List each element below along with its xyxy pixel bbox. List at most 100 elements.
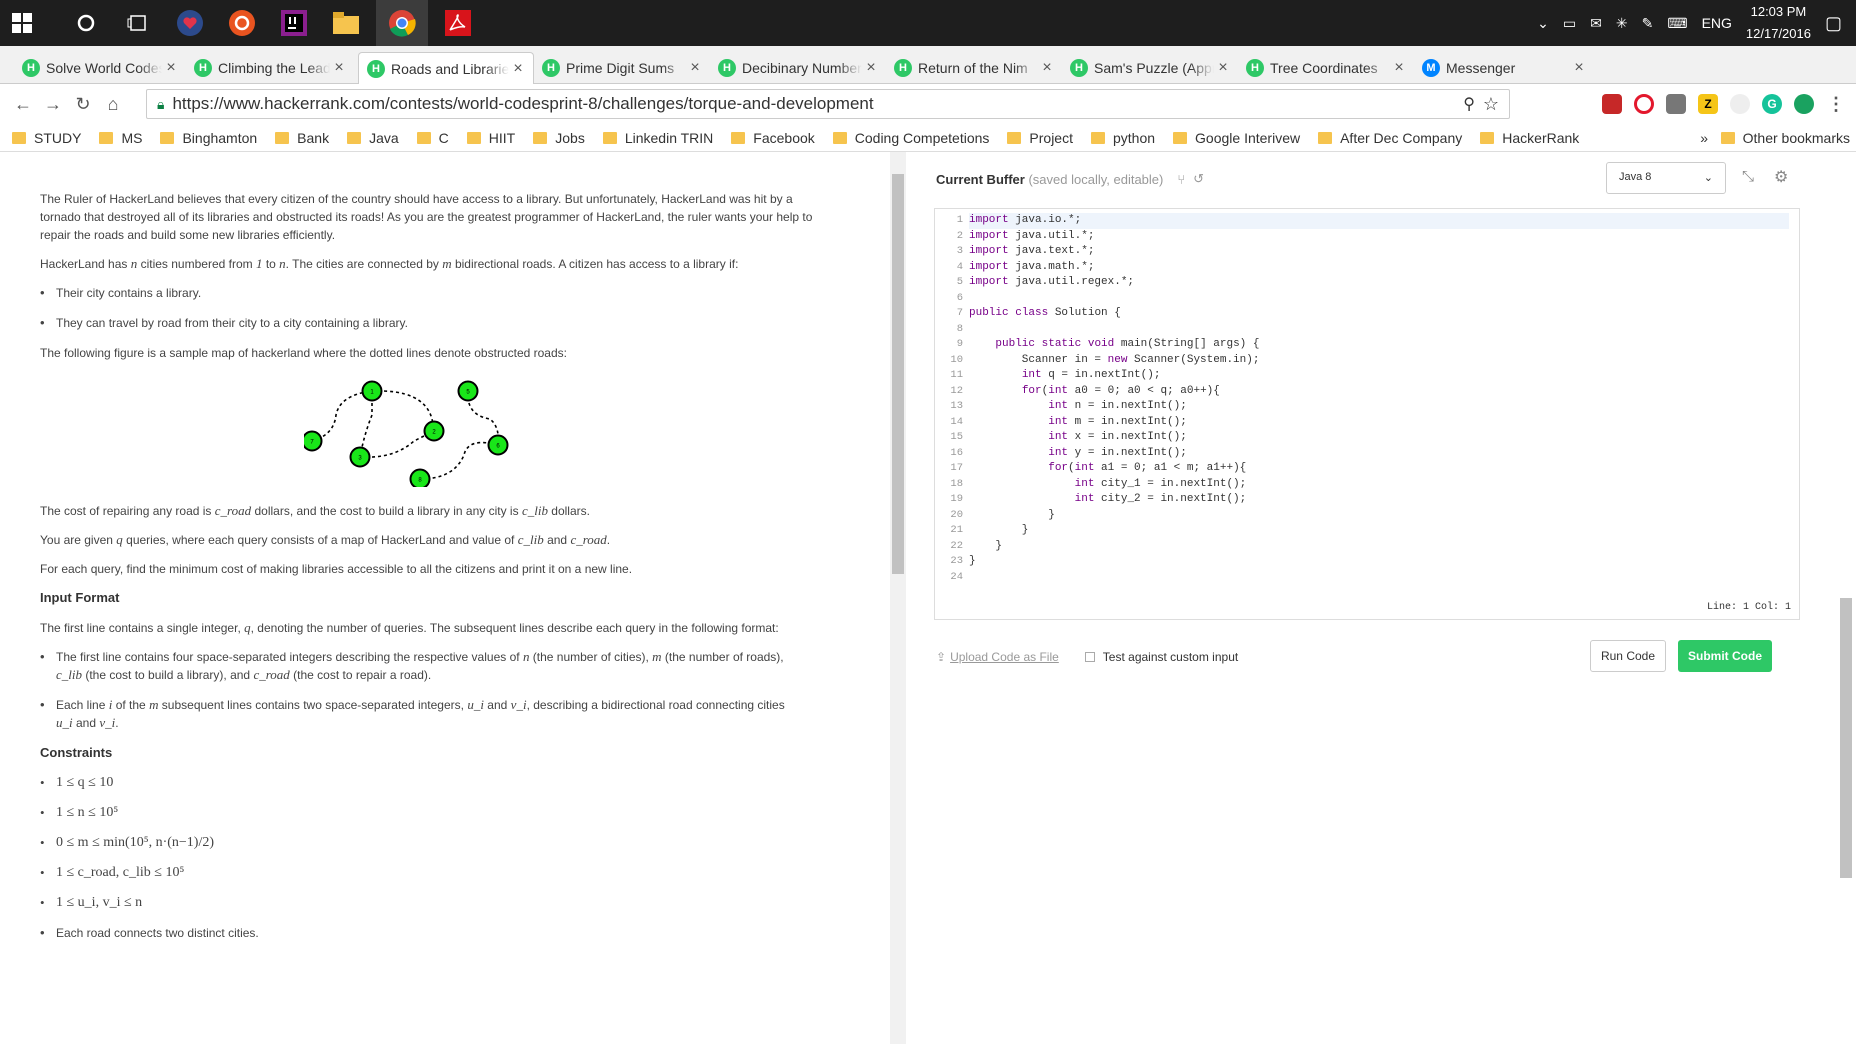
code-line[interactable]: } — [969, 523, 1789, 539]
code-line[interactable] — [969, 322, 1789, 338]
history-icon[interactable]: ↺ — [1193, 171, 1204, 187]
settings-gear-icon[interactable]: ⚙ — [1774, 167, 1788, 187]
extension-gray-icon[interactable] — [1666, 94, 1686, 114]
browser-tab[interactable]: M Messenger × — [1414, 52, 1594, 84]
close-tab-icon[interactable]: × — [1214, 59, 1232, 77]
close-tab-icon[interactable]: × — [1570, 59, 1588, 77]
opera-icon[interactable] — [1634, 94, 1654, 114]
extension-red-icon[interactable] — [1602, 94, 1622, 114]
code-line[interactable]: int m = in.nextInt(); — [969, 415, 1789, 431]
code-line[interactable]: import java.text.*; — [969, 244, 1789, 260]
run-code-button[interactable]: Run Code — [1590, 640, 1666, 672]
bookmark-item[interactable]: C — [416, 130, 449, 146]
custom-input-checkbox[interactable] — [1084, 652, 1095, 662]
code-line[interactable]: import java.util.regex.*; — [969, 275, 1789, 291]
upload-code-link[interactable]: Upload Code as File — [950, 650, 1059, 664]
omnibox[interactable]: 🔒︎ https://www.hackerrank.com/contests/w… — [146, 89, 1510, 119]
code-line[interactable]: int city_2 = in.nextInt(); — [969, 492, 1789, 508]
close-tab-icon[interactable]: × — [1038, 59, 1056, 77]
bookmark-item[interactable]: STUDY — [12, 130, 81, 146]
submit-code-button[interactable]: Submit Code — [1678, 640, 1772, 672]
browser-tab[interactable]: H Roads and Libraries × — [358, 52, 534, 84]
bookmark-star-icon[interactable]: ☆ — [1483, 94, 1499, 115]
bookmark-item[interactable]: Binghamton — [160, 130, 257, 146]
scrollbar-thumb[interactable] — [892, 174, 904, 574]
branch-icon[interactable]: ⑂ — [1177, 172, 1185, 187]
browser-tab[interactable]: H Prime Digit Sums × — [534, 52, 710, 84]
language-select[interactable]: Java 8 ⌄ — [1606, 162, 1726, 194]
code-line[interactable] — [969, 291, 1789, 307]
code-line[interactable]: for(int a0 = 0; a0 < q; a0++){ — [969, 384, 1789, 400]
other-bookmarks[interactable]: Other bookmarks — [1720, 124, 1850, 152]
search-icon[interactable]: ⚲ — [1463, 94, 1475, 114]
close-tab-icon[interactable]: × — [509, 60, 527, 78]
bookmark-item[interactable]: After Dec Company — [1318, 130, 1462, 146]
reload-button[interactable]: ↻ — [68, 94, 98, 115]
pen-icon[interactable]: ✎ — [1642, 15, 1654, 32]
browser-tab[interactable]: H Sam's Puzzle (Approximate)× — [1062, 52, 1238, 84]
bookmark-item[interactable]: HackerRank — [1480, 130, 1579, 146]
z-extension-icon[interactable]: Z — [1698, 94, 1718, 114]
bookmark-item[interactable]: Bank — [275, 130, 329, 146]
code-line[interactable]: int q = in.nextInt(); — [969, 368, 1789, 384]
chrome-icon[interactable] — [376, 0, 428, 46]
close-tab-icon[interactable]: × — [862, 59, 880, 77]
code-line[interactable]: int x = in.nextInt(); — [969, 430, 1789, 446]
home-button[interactable]: ⌂ — [98, 94, 128, 115]
chrome-menu-icon[interactable]: ⋮ — [1826, 94, 1846, 114]
back-button[interactable]: ← — [8, 94, 38, 115]
extension-green-icon[interactable] — [1794, 94, 1814, 114]
code-line[interactable]: } — [969, 539, 1789, 555]
code-text[interactable]: import java.io.*; import java.util.*; impo… — [969, 209, 1789, 589]
bookmark-item[interactable]: Facebook — [731, 130, 815, 146]
bookmark-item[interactable]: MS — [99, 130, 142, 146]
browser-tab[interactable]: H Solve World Codesprint× — [14, 52, 186, 84]
bookmark-item[interactable]: Jobs — [533, 130, 585, 146]
custom-input-option[interactable]: Test against custom input — [1084, 650, 1238, 664]
code-line[interactable]: public static void main(String[] args) { — [969, 337, 1789, 353]
clock[interactable]: 12:03 PM 12/17/2016 — [1746, 1, 1811, 45]
close-tab-icon[interactable]: × — [162, 59, 180, 77]
code-line[interactable]: int n = in.nextInt(); — [969, 399, 1789, 415]
extension-light-icon[interactable] — [1730, 94, 1750, 114]
battery-icon[interactable]: ▭ — [1563, 15, 1576, 32]
forward-button[interactable]: → — [38, 94, 68, 115]
ubuntu-icon[interactable] — [220, 0, 264, 46]
notification-icon[interactable]: ▢ — [1825, 13, 1842, 34]
windows-start-icon[interactable] — [0, 0, 44, 46]
bookmark-item[interactable]: Google Interivew — [1173, 130, 1300, 146]
code-line[interactable]: import java.util.*; — [969, 229, 1789, 245]
acrobat-icon[interactable] — [436, 0, 480, 46]
code-editor[interactable]: 1 2 3 4 5 6 7 8 9 10 11 12 13 14 15 16 17 18 19 20 21 22 23 24 … — [934, 208, 1800, 620]
code-line[interactable]: } — [969, 554, 1789, 570]
browser-tab[interactable]: H Tree Coordinates × — [1238, 52, 1414, 84]
code-line[interactable]: Scanner in = new Scanner(System.in); — [969, 353, 1789, 369]
close-tab-icon[interactable]: × — [686, 59, 704, 77]
cortana-icon[interactable] — [64, 0, 108, 46]
code-line[interactable]: } — [969, 508, 1789, 524]
fullscreen-icon[interactable]: ⤡ — [1742, 168, 1754, 185]
code-line[interactable]: import java.io.*; — [969, 213, 1789, 229]
language-indicator[interactable]: ENG — [1702, 15, 1732, 31]
scrollbar-thumb[interactable] — [1840, 598, 1852, 878]
chevron-up-icon[interactable]: ⌄ — [1537, 15, 1549, 32]
bookmark-item[interactable]: Coding Competetions — [832, 130, 989, 146]
page-scrollbar[interactable] — [1836, 152, 1856, 1044]
code-line[interactable]: public class Solution { — [969, 306, 1789, 322]
file-explorer-icon[interactable] — [324, 0, 368, 46]
task-view-icon[interactable] — [116, 0, 160, 46]
bookmark-item[interactable]: Java — [347, 130, 399, 146]
code-line[interactable]: import java.math.*; — [969, 260, 1789, 276]
code-line[interactable] — [969, 570, 1789, 586]
upload-icon[interactable]: ⇪ — [936, 650, 946, 664]
browser-tab[interactable]: H Climbing the Leaderboard× — [186, 52, 354, 84]
app-icon-heart[interactable] — [168, 0, 212, 46]
bookmarks-overflow-icon[interactable]: » — [1700, 130, 1708, 146]
bookmark-item[interactable]: python — [1090, 130, 1155, 146]
url-text[interactable]: https://www.hackerrank.com/contests/worl… — [172, 94, 873, 114]
close-tab-icon[interactable]: × — [330, 59, 348, 77]
bookmark-item[interactable]: HIIT — [466, 130, 515, 146]
browser-tab[interactable]: H Return of the Nim × — [886, 52, 1062, 84]
intellij-icon[interactable] — [272, 0, 316, 46]
keyboard-icon[interactable]: ⌨ — [1667, 15, 1687, 32]
